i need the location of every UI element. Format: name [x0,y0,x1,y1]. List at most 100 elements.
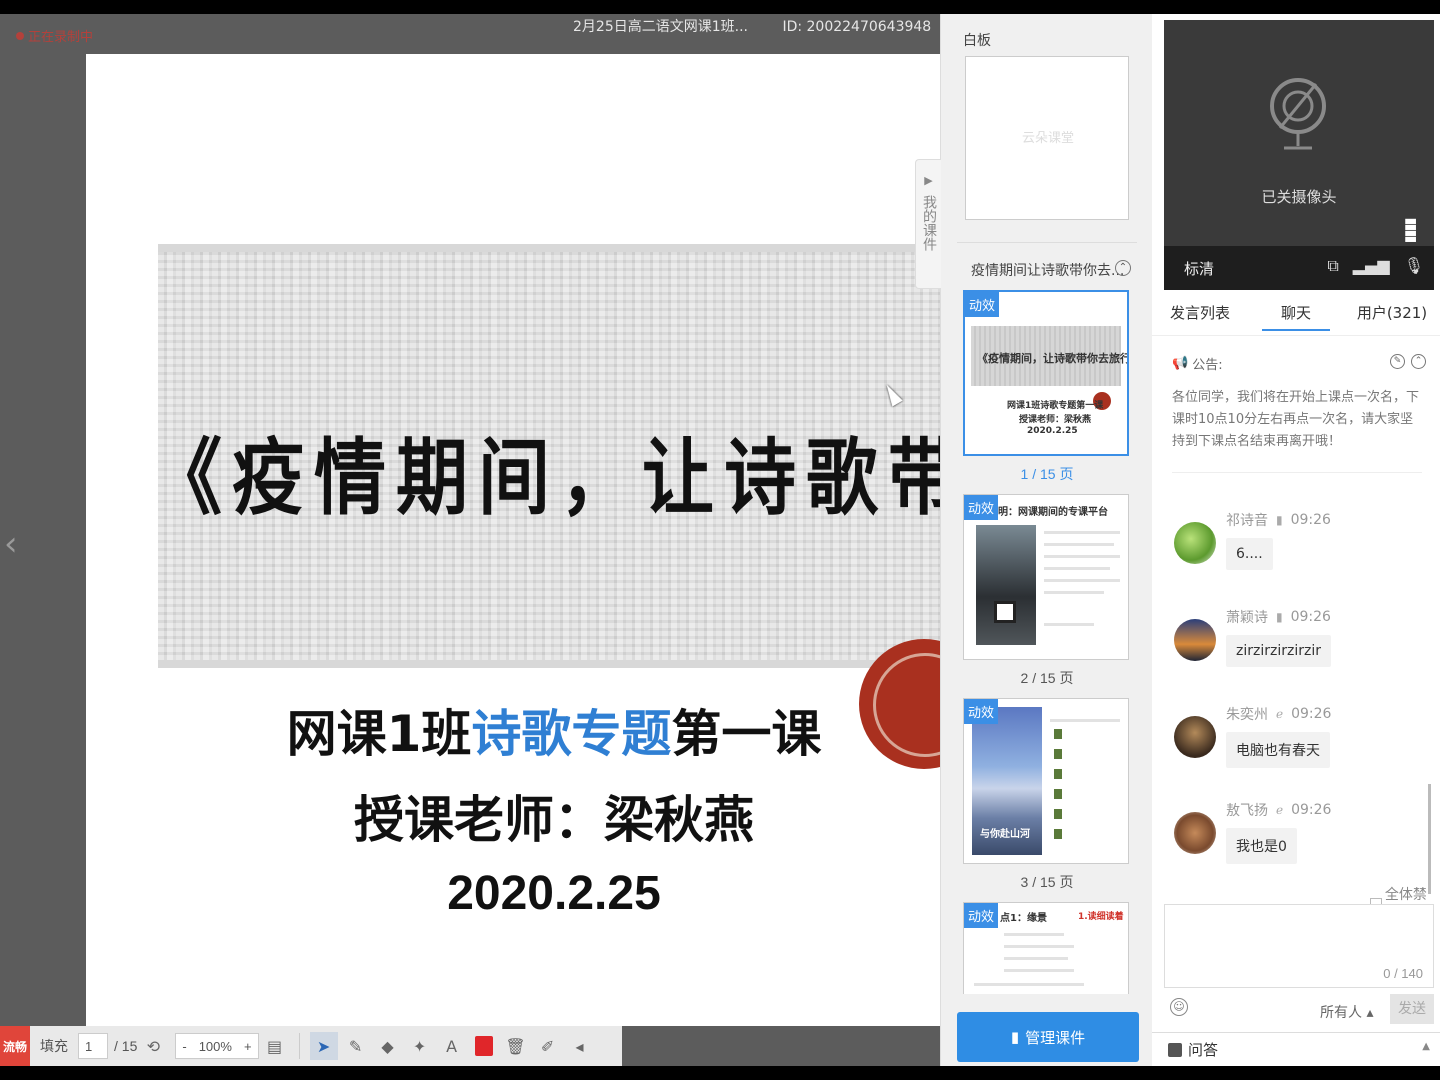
thumb-line [1004,933,1064,936]
side-tabs: 发言列表 聊天 用户(321) [1152,296,1440,336]
sender-name: 朱奕州 [1226,707,1268,723]
message-bubble: 电脑也有春天 [1226,732,1330,768]
laser-pointer-icon[interactable]: ✦ [406,1032,434,1060]
avatar [1174,716,1216,758]
slide-date: 2020.2.25 [447,867,661,920]
announcement-text: 各位同学，我们将在开始上课点一次名，下课时10点10分左右再点一次名，请大家坚持… [1172,390,1420,449]
trash-icon[interactable]: 🗑 [502,1032,530,1060]
page-thumbnail-list: 动效 《疫情期间，让诗歌带你去旅行》 网课1班诗歌专题第一课 授课老师：梁秋燕 … [941,290,1153,994]
zoom-out-button[interactable]: - [176,1039,192,1054]
sender-name: 敖飞扬 [1226,803,1268,819]
record-dot-icon [16,31,24,40]
thumb-line [1044,591,1104,594]
chat-message: 朱奕州 ℯ 09:26 电脑也有春天 [1174,704,1424,794]
shape-tool-icon[interactable]: ◆ [374,1032,402,1060]
clear-page-icon[interactable]: ▤ [261,1032,289,1060]
page-label-3: 3 / 15 页 [1020,874,1074,890]
sender-name: 祁诗音 [1226,513,1268,529]
layout-switch-icon[interactable]: ⧉ [1327,256,1338,276]
message-bubble: 我也是0 [1226,828,1297,864]
color-swatch [474,1036,493,1056]
thumb-line [1004,945,1074,948]
page-thumbnail-4[interactable]: 动效 点1：缘景 1.读细读着 [963,902,1129,994]
chat-input[interactable]: 0 / 140 [1164,904,1434,988]
message-header: 朱奕州 ℯ 09:26 [1226,704,1331,724]
message-header: 祁诗音 ▮ 09:26 [1226,510,1331,530]
recipient-value: 所有人 [1320,1005,1362,1021]
color-picker[interactable] [470,1032,498,1060]
recording-indicator: 正在录制中 [16,26,93,45]
stage-area: 正在录制中 2月25日高二语文网课1班... ID: 2002247064394… [0,14,940,1066]
thumb-line [1044,623,1094,626]
page-number-input[interactable] [78,1033,108,1059]
right-panel: 已关摄像头 ▬ ▬ ▬ ▬ 标清 ⧉ ▂▄▆ 🎙 发言列表 聊天 用户(321) 📢 … [1152,14,1440,1066]
browser-icon: ℯ [1276,707,1284,721]
browser-icon: ℯ [1276,803,1284,817]
expand-up-icon[interactable]: ▲ [1422,1041,1430,1052]
slide-canvas: 《疫情期间，让诗歌带你去旅行 网课1班诗歌专题第一课 授课老师：梁秋燕 2020… [86,54,940,1032]
fill-button[interactable]: 填充 [40,1036,68,1056]
slide-title: 《疫情期间，让诗歌带你去旅行 [150,428,940,527]
thumb-img [1054,829,1062,839]
chat-messages: 祁诗音 ▮ 09:26 6.... 萧颖诗 ▮ 09:26 zirzirzirz… [1152,494,1440,886]
message-bubble: 6.... [1226,538,1273,570]
emoji-icon[interactable]: ☺ [1170,998,1188,1016]
zoom-in-button[interactable]: + [238,1039,258,1054]
microphone-icon[interactable]: 🎙 [1404,256,1424,276]
page-thumbnail-3[interactable]: 动效 与你赴山河 [963,698,1129,864]
qa-bar[interactable]: 问答 ▲ [1152,1032,1440,1066]
qr-code-icon [994,601,1016,623]
chat-message: 祁诗音 ▮ 09:26 6.... [1174,510,1424,600]
fluency-button[interactable]: 流畅 [0,1026,30,1066]
qa-icon [1168,1043,1182,1057]
thumb-caption: 与你赴山河 [980,829,1030,840]
char-counter: 0 / 140 [1383,966,1423,981]
divider [957,242,1137,243]
tab-speaker-list[interactable]: 发言列表 [1152,296,1248,335]
manage-courseware-button[interactable]: ▮ 管理课件 [957,1012,1139,1062]
caret-up-icon: ▴ [1366,1005,1374,1021]
thumb-photo [976,525,1036,645]
session-info: 2月25日高二语文网课1班... ID: 20022470643948 [573,16,940,36]
pointer-tool-icon[interactable]: ➤ [309,1032,338,1060]
recipient-select[interactable]: 所有人 ▴ [1320,1002,1373,1022]
page-label-1: 1 / 15 页 [1020,466,1074,482]
tab-users[interactable]: 用户(321) [1344,296,1440,335]
thumb-line [1044,531,1120,534]
chart-icon: ▮ [1010,1028,1020,1046]
whiteboard-label: 白板 [963,33,991,49]
eraser-icon[interactable]: ✐ [534,1032,562,1060]
collapse-toolbar-icon[interactable]: ◂ [566,1032,594,1060]
rotate-icon[interactable]: ⟲ [139,1032,167,1060]
animation-badge: 动效 [964,903,999,928]
collapse-icon[interactable]: ⌃ [1115,260,1131,276]
message-time: 09:26 [1290,609,1331,625]
prev-page-arrow-icon[interactable]: ‹ [4,524,26,564]
whiteboard-thumbnail[interactable]: 云朵课堂 [965,56,1129,220]
thumb-img [1054,749,1062,759]
courseware-panel: ▶ 我的课件 白板 云朵课堂 疫情期间让诗歌带你去... ⌃ 动效 《疫情期间，… [915,14,1153,1066]
tab-chat[interactable]: 聊天 [1248,296,1344,335]
thumb-sub2: 授课老师：梁秋燕 [1019,415,1092,425]
chat-scrollbar[interactable] [1428,784,1431,894]
my-courseware-tab[interactable]: ▶ 我的课件 [915,159,941,289]
send-button[interactable]: 发送 [1390,994,1434,1024]
text-tool-icon[interactable]: A [438,1032,466,1060]
pen-tool-icon[interactable]: ✎ [342,1032,370,1060]
slide-subtitle: 网课1班诗歌专题第一课 [86,694,940,766]
page-total: / 15 [114,1038,138,1054]
announcement-header: 📢 公告: [1172,354,1422,373]
avatar [1174,619,1216,661]
announcement: 📢 公告: ✎ ⌃ 各位同学，我们将在开始上课点一次名，下课时10点10分左右再… [1172,354,1426,453]
thumb-title: 点1：缘景 [1000,913,1047,924]
page-thumbnail-1[interactable]: 动效 《疫情期间，让诗歌带你去旅行》 网课1班诗歌专题第一课 授课老师：梁秋燕 … [963,290,1129,456]
video-quality-button[interactable]: 标清 [1184,258,1214,279]
edit-icon[interactable]: ✎ [1390,354,1405,369]
app-root: 正在录制中 2月25日高二语文网课1班... ID: 2002247064394… [0,0,1440,1080]
camera-status: 已关摄像头 [1261,188,1337,206]
message-time: 09:26 [1291,706,1332,722]
more-menu-icon[interactable]: ▬ ▬ ▬ ▬ [1404,214,1417,246]
page-thumbnail-2[interactable]: 动效 明：网课期间的专课平台 [963,494,1129,660]
animation-badge: 动效 [965,292,1000,317]
collapse-icon[interactable]: ⌃ [1411,354,1426,369]
